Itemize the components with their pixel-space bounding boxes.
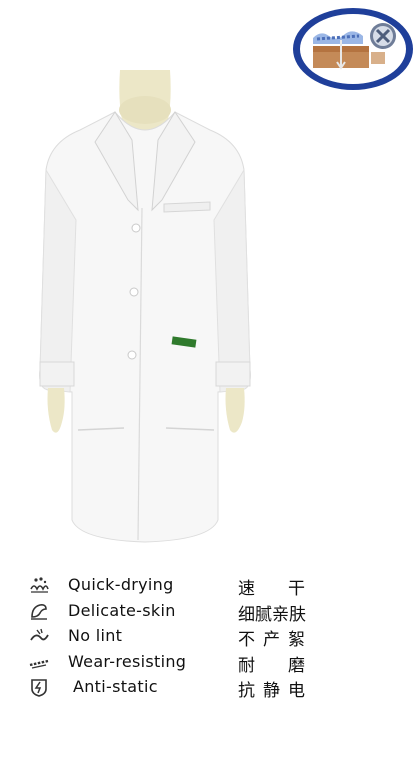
feature-row-no-lint: No lint 不 产 絮 (28, 624, 408, 650)
feature-label: Delicate-skin (68, 600, 176, 620)
cn-char: 产 (263, 630, 280, 650)
feature-label-cn: 耐 磨 (238, 651, 305, 676)
cn-char: 磨 (288, 655, 305, 676)
feature-label-cn: 不 产 絮 (238, 625, 305, 650)
no-lint-icon (30, 628, 49, 641)
cn-char: 速 (238, 579, 255, 599)
cn-char: 耐 (238, 655, 255, 676)
cn-char: 肤 (289, 604, 306, 625)
fabric-technology-badge (293, 8, 413, 90)
feature-label: No lint (68, 626, 123, 645)
cn-char: 不 (238, 630, 255, 650)
quick-drying-icon (30, 577, 49, 593)
wear-resisting-icon (29, 659, 49, 669)
feature-label: Wear-resisting (68, 651, 187, 671)
feature-label: Quick-drying (68, 575, 174, 594)
feature-row-wear-resisting: Wear-resisting 耐 磨 (28, 650, 408, 676)
cn-char: 亲 (272, 604, 289, 625)
feature-label-cn: 抗 静 电 (238, 676, 305, 701)
anti-static-icon (31, 679, 47, 697)
feature-list: Quick-drying 速 干 Delicate-skin 细 腻 亲 肤 N… (28, 573, 408, 701)
cn-char: 抗 (238, 681, 255, 701)
cn-char: 干 (288, 579, 305, 599)
delicate-skin-icon (31, 603, 47, 620)
feature-row-anti-static: Anti-static 抗 静 电 (28, 675, 408, 701)
product-page: Quick-drying 速 干 Delicate-skin 细 腻 亲 肤 N… (0, 0, 418, 760)
cn-char: 细 (238, 604, 255, 625)
feature-row-delicate-skin: Delicate-skin 细 腻 亲 肤 (28, 599, 408, 625)
cn-char: 絮 (288, 630, 305, 650)
feature-label-cn: 细 腻 亲 肤 (238, 600, 306, 625)
lab-coat-image (39, 70, 251, 543)
cn-char: 腻 (255, 604, 272, 625)
feature-label: Anti-static (73, 677, 158, 696)
feature-label-cn: 速 干 (238, 574, 305, 599)
feature-row-quick-drying: Quick-drying 速 干 (28, 573, 408, 599)
cn-char: 静 (263, 681, 280, 701)
cn-char: 电 (288, 681, 305, 701)
